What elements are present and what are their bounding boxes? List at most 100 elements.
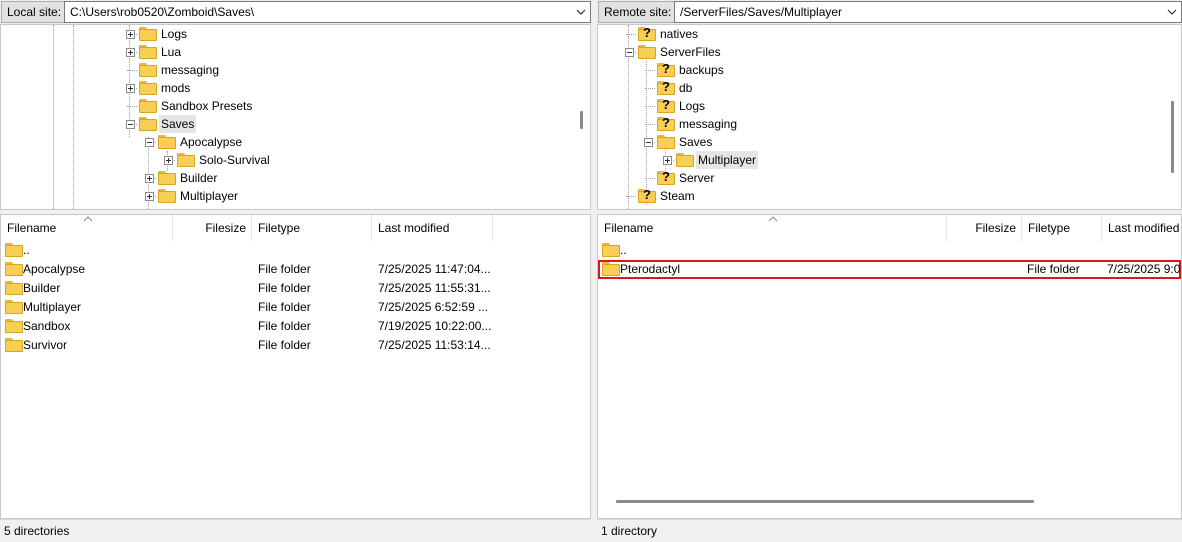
local-tree-item[interactable]: mods: [1, 79, 561, 97]
folder-icon: [158, 135, 176, 149]
tree-item-label: Multiplayer: [696, 151, 759, 169]
file-name: Apocalypse: [23, 262, 86, 276]
remote-tree-item[interactable]: ? Steam: [598, 187, 1158, 205]
local-file-list[interactable]: Filename Filesize Filetype Last modified…: [0, 214, 591, 519]
local-tree-item[interactable]: Solo-Survival: [1, 151, 561, 169]
tree-item-label: Server: [679, 171, 715, 185]
tree-item-label: Solo-Survival: [199, 153, 270, 167]
chevron-down-icon[interactable]: [1167, 2, 1177, 22]
scrollbar-thumb[interactable]: [580, 111, 583, 129]
file-list-row[interactable]: Builder File folder 7/25/2025 11:55:31...: [1, 279, 561, 298]
collapse-icon[interactable]: [644, 138, 653, 147]
file-list-row[interactable]: ..: [1, 241, 561, 260]
remote-tree-item[interactable]: Multiplayer: [598, 151, 1158, 169]
file-modified: 7/25/2025 11:53:14...: [378, 338, 491, 352]
local-tree-item[interactable]: messaging: [1, 61, 561, 79]
file-modified: 7/25/2025 6:52:59 ...: [378, 300, 489, 314]
expand-icon[interactable]: [145, 192, 154, 201]
file-list-row[interactable]: Multiplayer File folder 7/25/2025 6:52:59 …: [1, 298, 561, 317]
local-tree-item[interactable]: Lua: [1, 43, 561, 61]
local-tree-item[interactable]: Multiplayer: [1, 187, 561, 205]
file-modified: 7/19/2025 10:22:00...: [378, 319, 492, 333]
file-list-row[interactable]: Apocalypse File folder 7/25/2025 11:47:04.…: [1, 260, 561, 279]
column-header-filesize[interactable]: Filesize: [947, 215, 1022, 241]
local-status-bar: 5 directories: [0, 519, 591, 542]
local-path-value: C:\Users\rob0520\Zomboid\Saves\: [70, 5, 255, 19]
remote-tree-item[interactable]: ? messaging: [598, 115, 1158, 133]
tree-connector: [645, 88, 655, 89]
remote-tree-item[interactable]: ? Logs: [598, 97, 1158, 115]
folder-icon: [602, 243, 620, 257]
remote-site-label: Remote site:: [598, 1, 678, 23]
file-list-row[interactable]: Pterodactyl File folder 7/25/2025 9:0: [598, 260, 1181, 279]
remote-list-hscrollbar[interactable]: [598, 493, 1181, 510]
folder-icon: [139, 45, 157, 59]
remote-tree-item[interactable]: ? db: [598, 79, 1158, 97]
expand-icon[interactable]: [126, 84, 135, 93]
remote-tree-item[interactable]: ? Server: [598, 169, 1158, 187]
file-list-row[interactable]: Survivor File folder 7/25/2025 11:53:14...: [1, 336, 561, 355]
local-tree-item[interactable]: Logs: [1, 25, 561, 43]
column-header-filetype[interactable]: Filetype: [1022, 215, 1102, 241]
folder-icon: [5, 300, 23, 314]
column-header-filesize[interactable]: Filesize: [173, 215, 252, 241]
column-header-last-modified[interactable]: Last modified: [372, 215, 493, 241]
folder-icon: [139, 63, 157, 77]
remote-directory-tree[interactable]: ? natives ServerFiles? backups? db? Logs? mess…: [597, 24, 1182, 210]
file-modified: 7/25/2025 11:55:31...: [378, 281, 491, 295]
expand-icon[interactable]: [663, 156, 672, 165]
tree-item-label: Multiplayer: [180, 189, 239, 203]
tree-item-label: backups: [679, 63, 724, 77]
collapse-icon[interactable]: [126, 120, 135, 129]
local-tree-item[interactable]: Saves: [1, 115, 561, 133]
expand-icon[interactable]: [126, 30, 135, 39]
file-type: File folder: [258, 262, 311, 276]
expand-icon[interactable]: [164, 156, 173, 165]
scrollbar-thumb[interactable]: [1171, 101, 1174, 173]
remote-path-combobox[interactable]: /ServerFiles/Saves/Multiplayer: [674, 1, 1182, 23]
tree-item-label: Sandbox Presets: [161, 99, 253, 113]
tree-item-label: Saves: [159, 115, 197, 133]
file-type: File folder: [258, 281, 311, 295]
tree-connector: [645, 178, 655, 179]
file-name: Multiplayer: [23, 300, 82, 314]
scrollbar-thumb[interactable]: [616, 500, 1034, 503]
column-header-filetype[interactable]: Filetype: [252, 215, 372, 241]
folder-icon: [5, 338, 23, 352]
file-type: File folder: [258, 338, 311, 352]
folder-icon: [676, 153, 694, 167]
remote-tree-item[interactable]: Saves: [598, 133, 1158, 151]
chevron-down-icon[interactable]: [576, 2, 586, 22]
tree-connector: [645, 70, 655, 71]
tree-connector: [645, 124, 655, 125]
collapse-icon[interactable]: [625, 48, 634, 57]
unknown-folder-icon: ?: [657, 115, 675, 131]
collapse-icon[interactable]: [145, 138, 154, 147]
expand-icon[interactable]: [145, 174, 154, 183]
remote-tree-item[interactable]: ServerFiles: [598, 43, 1158, 61]
remote-tree-scrollbar[interactable]: [1164, 25, 1181, 209]
remote-file-list[interactable]: Filename Filesize Filetype Last modified…: [597, 214, 1182, 519]
expand-icon[interactable]: [126, 48, 135, 57]
local-directory-tree[interactable]: Logs Lua messaging mods Sandbox Presets Saves…: [0, 24, 591, 210]
remote-tree-item[interactable]: ? backups: [598, 61, 1158, 79]
column-header-last-modified[interactable]: Last modified: [1102, 215, 1181, 241]
file-name: Sandbox: [23, 319, 71, 333]
folder-icon: [158, 171, 176, 185]
file-name: Pterodactyl: [620, 262, 681, 276]
remote-path-value: /ServerFiles/Saves/Multiplayer: [680, 5, 843, 19]
file-type: File folder: [258, 300, 311, 314]
file-list-row[interactable]: ..: [598, 241, 1181, 260]
unknown-folder-icon: ?: [657, 79, 675, 95]
file-modified: 7/25/2025 9:0: [1107, 262, 1181, 276]
local-tree-item[interactable]: Apocalypse: [1, 133, 561, 151]
local-tree-scrollbar[interactable]: [573, 25, 590, 209]
tree-item-label: messaging: [679, 117, 738, 131]
local-tree-item[interactable]: Sandbox Presets: [1, 97, 561, 115]
local-path-combobox[interactable]: C:\Users\rob0520\Zomboid\Saves\: [64, 1, 591, 23]
file-list-row[interactable]: Sandbox File folder 7/19/2025 10:22:00...: [1, 317, 561, 336]
remote-tree-item[interactable]: ? natives: [598, 25, 1158, 43]
unknown-folder-icon: ?: [638, 187, 656, 203]
local-tree-item[interactable]: Builder: [1, 169, 561, 187]
sort-ascending-icon: [768, 216, 778, 222]
